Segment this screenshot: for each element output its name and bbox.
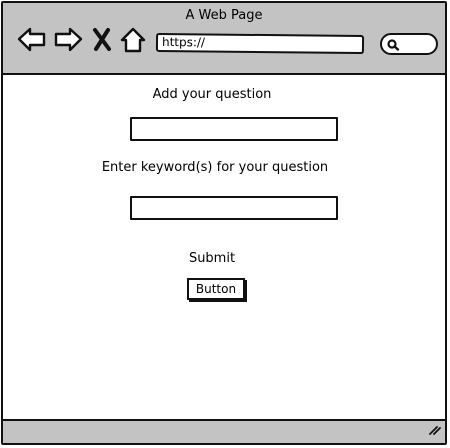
browser-window: A Web Page https:// Add your question En… xyxy=(1,1,447,445)
submit-button[interactable]: Button xyxy=(187,278,245,300)
question-input[interactable] xyxy=(130,117,338,141)
address-bar[interactable]: https:// xyxy=(155,32,365,55)
close-x-icon[interactable] xyxy=(91,25,113,55)
page-content: Add your question Enter keyword(s) for y… xyxy=(3,75,445,421)
question-label: Add your question xyxy=(152,87,272,102)
window-title: A Web Page xyxy=(185,8,263,23)
back-arrow-icon[interactable] xyxy=(17,25,47,55)
forward-arrow-icon[interactable] xyxy=(53,25,83,55)
submit-label: Submit xyxy=(188,251,236,266)
status-bar xyxy=(3,419,445,443)
browser-toolbar: A Web Page https:// xyxy=(3,3,445,75)
search-box[interactable] xyxy=(380,33,438,55)
keywords-label: Enter keyword(s) for your question xyxy=(101,160,329,175)
keywords-input[interactable] xyxy=(130,196,338,220)
home-icon[interactable] xyxy=(119,25,147,55)
resize-grip-icon[interactable] xyxy=(427,421,441,440)
search-icon xyxy=(386,37,402,56)
